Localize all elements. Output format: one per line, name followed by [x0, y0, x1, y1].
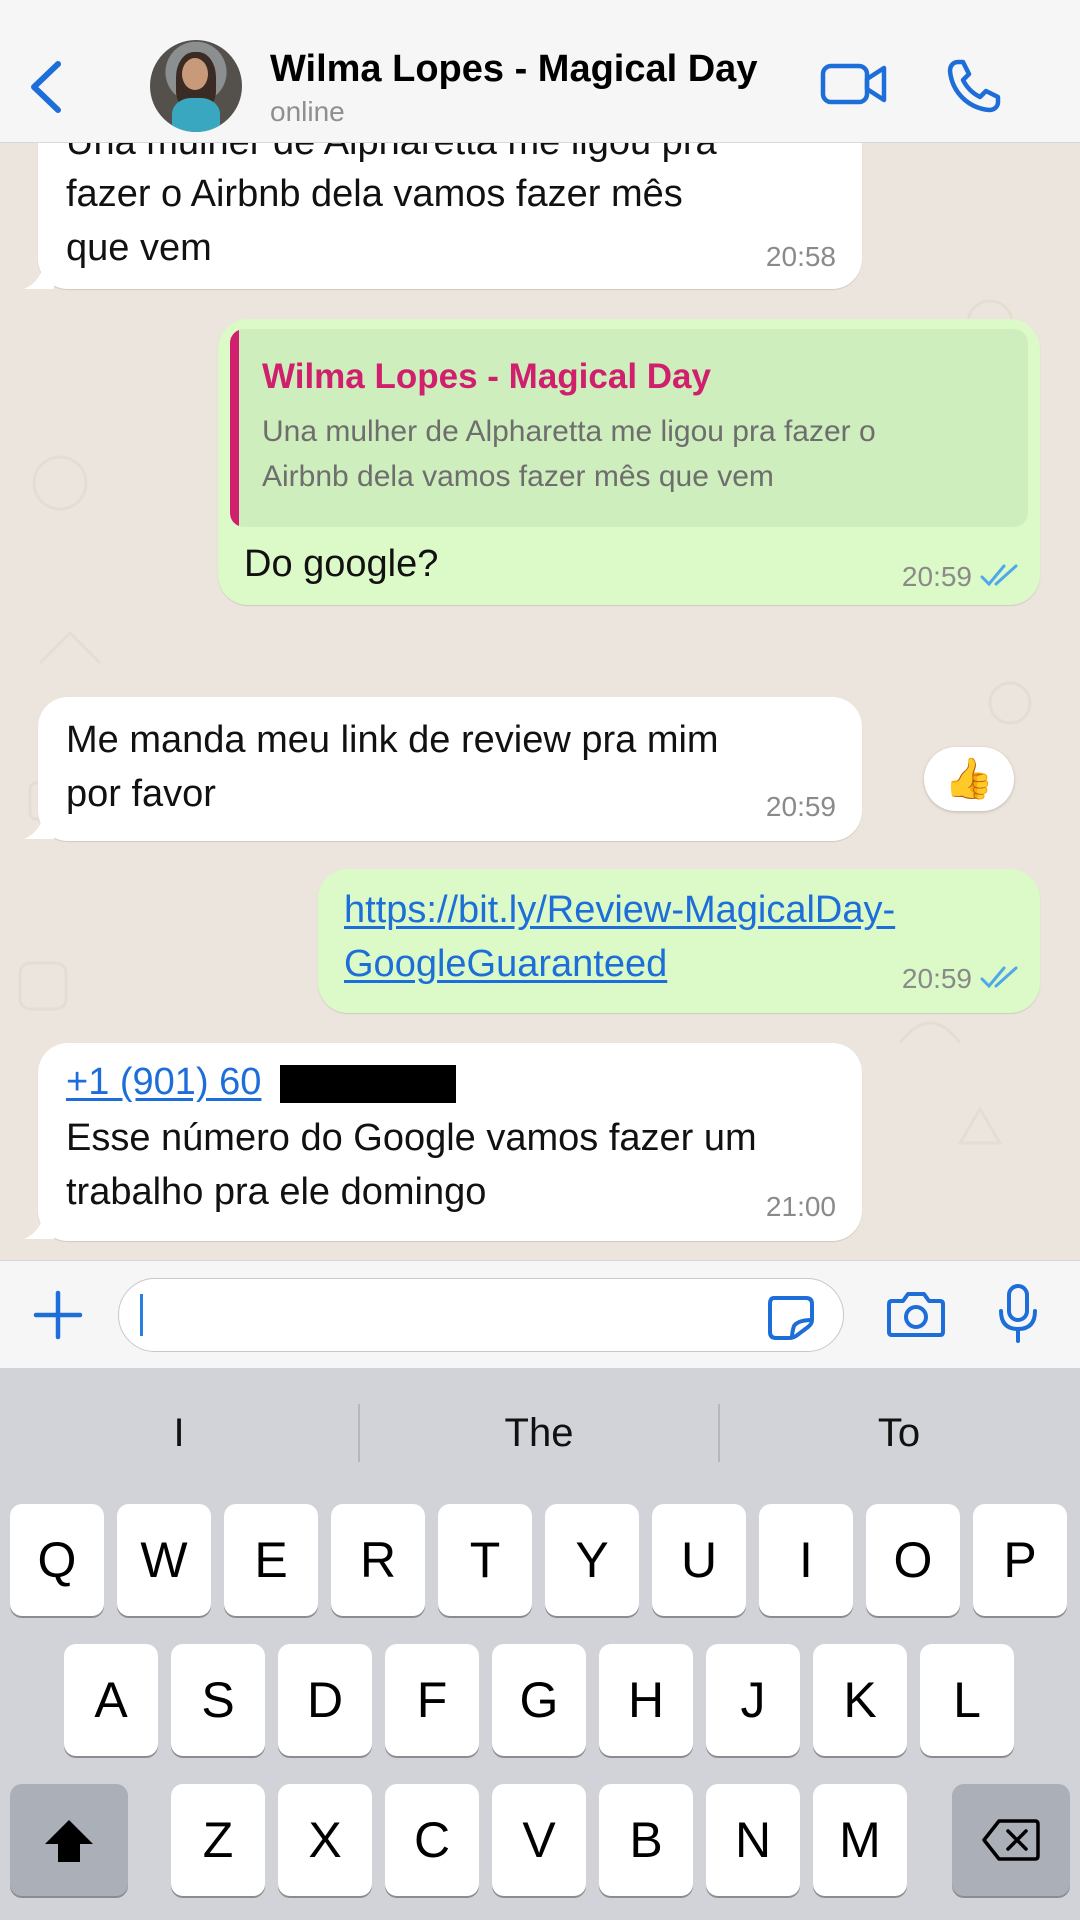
key[interactable]: H — [599, 1644, 693, 1756]
message-bubble-outgoing[interactable]: https://bit.ly/Review-MagicalDay- Google… — [318, 869, 1040, 1013]
key[interactable]: O — [866, 1504, 960, 1616]
redaction-box — [280, 1065, 456, 1103]
message-bubble-incoming[interactable]: Me manda meu link de review pra mim por … — [38, 697, 862, 841]
key[interactable]: C — [385, 1784, 479, 1896]
key[interactable]: F — [385, 1644, 479, 1756]
key[interactable]: R — [331, 1504, 425, 1616]
shift-arrow-icon — [45, 1820, 93, 1862]
chat-header: Wilma Lopes - Magical Day online — [0, 0, 1080, 143]
key[interactable]: S — [171, 1644, 265, 1756]
bubble-tail — [24, 261, 54, 289]
key[interactable]: W — [117, 1504, 211, 1616]
bubble-tail — [24, 811, 54, 839]
message-time: 20:59 — [901, 561, 972, 592]
key[interactable]: U — [652, 1504, 746, 1616]
key[interactable]: Y — [545, 1504, 639, 1616]
reaction-thumbs-up[interactable]: 👍 — [924, 747, 1014, 811]
key[interactable]: B — [599, 1784, 693, 1896]
bubble-tail — [24, 1211, 54, 1239]
key[interactable]: G — [492, 1644, 586, 1756]
quoted-message[interactable]: Wilma Lopes - Magical Day Una mulher de … — [230, 329, 1028, 527]
key[interactable]: A — [64, 1644, 158, 1756]
message-bubble-incoming[interactable]: +1 (901) 60 Esse número do Google vamos … — [38, 1043, 862, 1241]
message-text: Una mulher de Alpharetta me ligou pra — [66, 143, 717, 170]
camera-icon[interactable] — [886, 1289, 946, 1339]
keyboard: I The To Q W E R T Y U I O P A S D F G H… — [0, 1368, 1080, 1920]
sticker-icon[interactable] — [766, 1294, 816, 1340]
suggestion-2[interactable]: The — [360, 1368, 718, 1498]
key[interactable]: I — [759, 1504, 853, 1616]
contact-status: online — [270, 96, 345, 127]
read-receipt-icon — [980, 966, 1018, 989]
review-link[interactable]: GoogleGuaranteed — [344, 937, 667, 992]
message-composer — [0, 1260, 1080, 1368]
message-text: Do google? — [244, 543, 439, 585]
key[interactable]: M — [813, 1784, 907, 1896]
message-time: 20:59 — [901, 963, 972, 994]
key[interactable]: X — [278, 1784, 372, 1896]
key[interactable]: E — [224, 1504, 318, 1616]
suggestion-3[interactable]: To — [720, 1368, 1078, 1498]
review-link[interactable]: https://bit.ly/Review-MagicalDay- — [344, 883, 895, 938]
microphone-icon[interactable] — [996, 1283, 1040, 1345]
quote-text: Airbnb dela vamos fazer mês que vem — [262, 460, 774, 493]
back-chevron-icon[interactable] — [24, 56, 70, 118]
backspace-icon — [982, 1819, 1040, 1861]
backspace-key[interactable] — [952, 1784, 1070, 1896]
quote-author: Wilma Lopes - Magical Day — [262, 357, 711, 396]
message-time: 20:59 — [765, 791, 836, 822]
read-receipt-icon — [980, 564, 1018, 587]
key[interactable]: K — [813, 1644, 907, 1756]
contact-name[interactable]: Wilma Lopes - Magical Day — [270, 48, 757, 91]
quote-text: Una mulher de Alpharetta me ligou pra fa… — [262, 415, 876, 448]
key[interactable]: J — [706, 1644, 800, 1756]
message-bubble-incoming[interactable]: Una mulher de Alpharetta me ligou pra fa… — [38, 143, 862, 289]
key[interactable]: V — [492, 1784, 586, 1896]
shift-key[interactable] — [10, 1784, 128, 1896]
key[interactable]: N — [706, 1784, 800, 1896]
contact-avatar[interactable] — [150, 40, 242, 132]
message-text: por favor — [66, 773, 216, 815]
phone-call-icon[interactable] — [944, 56, 1004, 116]
key[interactable]: P — [973, 1504, 1067, 1616]
message-time: 21:00 — [765, 1191, 836, 1222]
message-text: Me manda meu link de review pra mim — [66, 719, 719, 761]
key[interactable]: Q — [10, 1504, 104, 1616]
message-bubble-outgoing[interactable]: Wilma Lopes - Magical Day Una mulher de … — [218, 319, 1040, 605]
message-input[interactable] — [118, 1278, 844, 1352]
key[interactable]: Z — [171, 1784, 265, 1896]
message-text: trabalho pra ele domingo — [66, 1171, 487, 1213]
video-call-icon[interactable] — [820, 60, 888, 108]
chat-area[interactable]: Una mulher de Alpharetta me ligou pra fa… — [0, 143, 1080, 1260]
message-time: 20:58 — [765, 241, 836, 272]
plus-icon[interactable] — [32, 1289, 84, 1341]
key[interactable]: T — [438, 1504, 532, 1616]
message-text: Esse número do Google vamos fazer um — [66, 1117, 757, 1159]
text-cursor — [140, 1294, 143, 1336]
key[interactable]: L — [920, 1644, 1014, 1756]
quote-accent-bar — [230, 329, 239, 527]
suggestion-1[interactable]: I — [0, 1368, 358, 1498]
message-text: que vem — [66, 227, 212, 269]
key[interactable]: D — [278, 1644, 372, 1756]
message-text: fazer o Airbnb dela vamos fazer mês — [66, 173, 683, 215]
